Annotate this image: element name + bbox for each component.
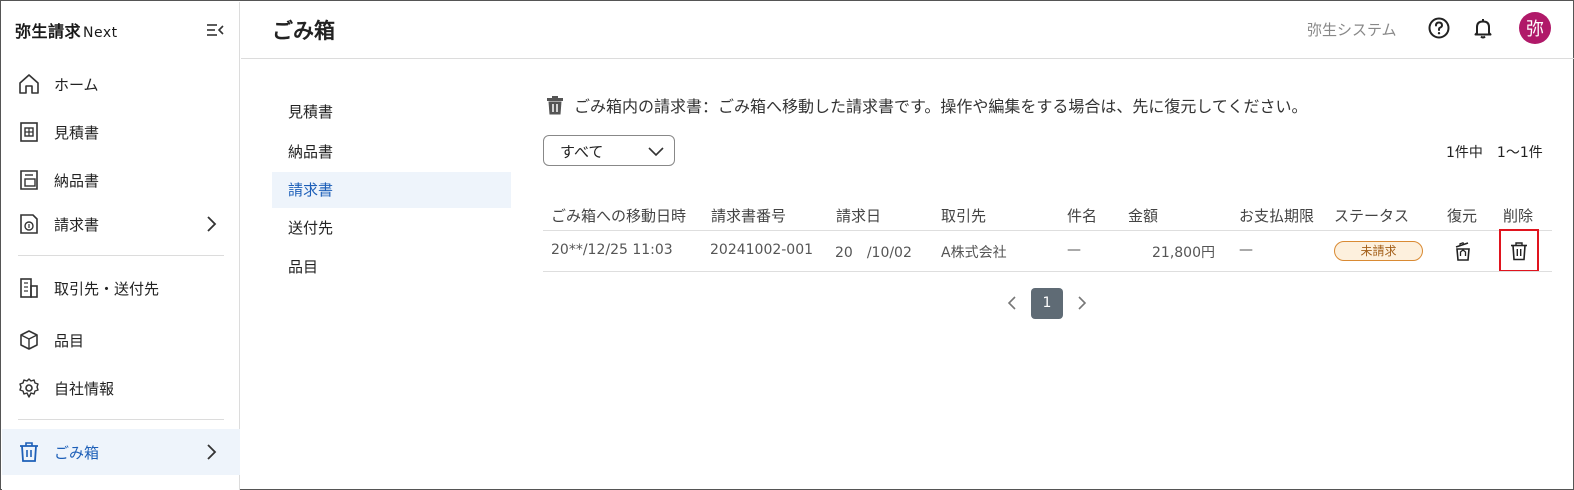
cell-due-date: — — [1239, 242, 1253, 258]
status-badge: 未請求 — [1334, 241, 1423, 261]
column-header-invoice-date[interactable]: 請求日 — [836, 205, 881, 226]
subnav-item-invoice[interactable]: 請求書 — [272, 172, 511, 208]
sidebar-item-clients[interactable]: 取引先・送付先 — [2, 265, 240, 311]
sidebar-item-home[interactable]: ホーム — [2, 61, 240, 107]
sidebar-item-label: 自社情報 — [54, 379, 115, 398]
cell-moved-at: 20**/12/25 11:03 — [551, 242, 673, 258]
sidebar-collapse-icon[interactable] — [204, 20, 226, 40]
column-header-amount[interactable]: 金額 — [1128, 205, 1158, 226]
sidebar-item-label: ホーム — [54, 75, 99, 94]
count-total: 1件中 — [1446, 145, 1483, 161]
bell-icon[interactable] — [1471, 16, 1495, 40]
sidebar-item-label: 取引先・送付先 — [54, 279, 160, 298]
help-icon[interactable] — [1427, 16, 1451, 40]
pagination-next-icon[interactable] — [1073, 294, 1091, 312]
trash-icon — [544, 94, 566, 116]
sidebar-item-label: ごみ箱 — [54, 443, 100, 462]
column-header-delete: 削除 — [1503, 207, 1534, 225]
app-logo[interactable]: 弥生請求 Next — [15, 18, 118, 42]
sidebar-item-label: 品目 — [54, 331, 85, 350]
app-window: 弥生請求 Next ホーム 見積書 納品書 請求書 取引先・送付先 品目 自社情… — [0, 0, 1574, 490]
sidebar-item-label: 見積書 — [54, 123, 100, 142]
sidebar-item-invoice[interactable]: 請求書 — [2, 201, 240, 247]
sidebar-item-trash[interactable]: ごみ箱 — [2, 429, 240, 475]
logo-sub: Next — [83, 25, 118, 41]
column-header-subject[interactable]: 件名 — [1067, 205, 1097, 226]
column-header-due-date[interactable]: お支払期限 — [1239, 205, 1314, 226]
info-message: ごみ箱内の請求書：ごみ箱へ移動した請求書です。操作や編集をする場合は、先に復元し… — [544, 93, 1307, 117]
avatar[interactable]: 弥 — [1519, 12, 1551, 44]
subnav-item-products[interactable]: 品目 — [272, 249, 511, 285]
trash-icon — [1509, 241, 1529, 261]
logo-main: 弥生請求 — [15, 22, 82, 41]
page-title: ごみ箱 — [272, 19, 335, 43]
info-text: ごみ箱内の請求書：ごみ箱へ移動した請求書です。操作や編集をする場合は、先に復元し… — [574, 97, 1308, 116]
company-name[interactable]: 弥生システム — [1307, 19, 1397, 40]
column-header-moved-at[interactable]: ごみ箱への移動日時 — [551, 205, 686, 226]
chevron-right-icon — [201, 442, 221, 462]
column-header-invoice-number[interactable]: 請求書番号 — [711, 205, 786, 226]
column-header-status[interactable]: ステータス — [1334, 205, 1409, 226]
delete-button[interactable] — [1499, 229, 1539, 272]
sidebar-item-estimate[interactable]: 見積書 — [2, 109, 240, 155]
chevron-down-icon — [647, 142, 665, 160]
cell-amount: 21,800円 — [1152, 245, 1215, 261]
sidebar-divider — [18, 255, 224, 256]
delivery-document-icon — [17, 168, 41, 192]
pagination-prev-icon[interactable] — [1003, 294, 1021, 312]
sidebar-item-company-info[interactable]: 自社情報 — [2, 365, 240, 411]
count-range: 1〜1件 — [1496, 145, 1543, 161]
estimate-document-icon — [17, 120, 41, 144]
cell-invoice-number[interactable]: 20241002-001 — [710, 242, 813, 258]
column-header-restore: 復元 — [1447, 207, 1478, 225]
subnav-item-delivery[interactable]: 納品書 — [272, 134, 511, 170]
trash-icon — [17, 440, 41, 464]
sidebar-item-label: 請求書 — [54, 215, 100, 234]
sidebar-item-products[interactable]: 品目 — [2, 317, 240, 363]
gear-icon — [17, 376, 41, 400]
cell-client: A株式会社 — [941, 245, 1007, 261]
sidebar-divider — [18, 419, 224, 420]
cell-subject: — — [1067, 242, 1081, 258]
table-row-divider — [543, 271, 1552, 272]
column-header-client[interactable]: 取引先 — [941, 205, 986, 226]
box-icon — [17, 328, 41, 352]
status-filter-select[interactable]: すべて — [543, 135, 675, 166]
chevron-right-icon — [201, 214, 221, 234]
cell-invoice-date: 20 /10/02 — [835, 245, 912, 261]
logo-row: 弥生請求 Next — [2, 2, 240, 59]
top-header: ごみ箱 弥生システム 弥 — [241, 2, 1574, 59]
subnav-item-estimate[interactable]: 見積書 — [272, 94, 511, 130]
sidebar-item-delivery[interactable]: 納品書 — [2, 157, 240, 203]
home-icon — [17, 72, 41, 96]
status-filter-value: すべて — [560, 143, 604, 161]
restore-icon[interactable] — [1453, 241, 1473, 261]
invoice-document-icon — [17, 212, 41, 236]
sidebar-item-label: 納品書 — [54, 171, 100, 190]
table-header-divider — [543, 230, 1552, 231]
result-count: 1件中 1〜1件 — [1446, 142, 1543, 162]
sidebar: 弥生請求 Next ホーム 見積書 納品書 請求書 取引先・送付先 品目 自社情… — [2, 2, 240, 490]
pagination-page-current[interactable]: 1 — [1031, 288, 1063, 319]
subnav-item-recipients[interactable]: 送付先 — [272, 210, 511, 246]
building-icon — [17, 276, 41, 300]
